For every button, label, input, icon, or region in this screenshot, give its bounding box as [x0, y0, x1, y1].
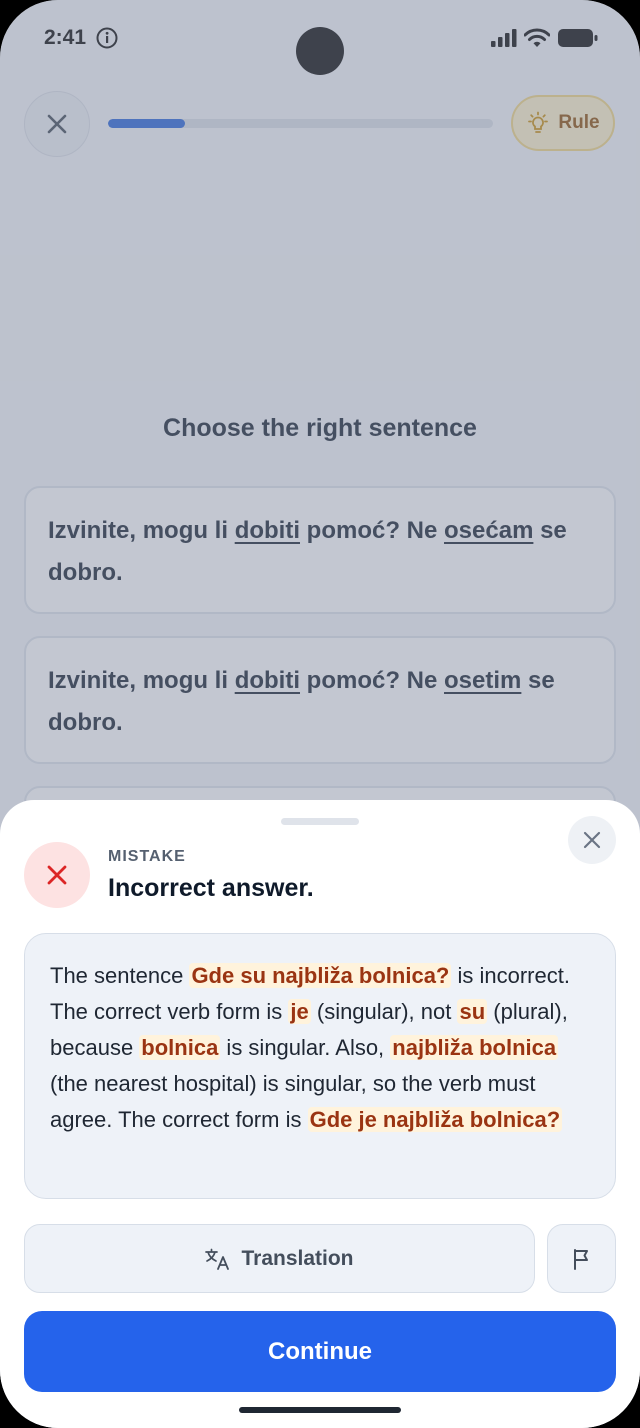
feedback-title: Incorrect answer.	[108, 874, 314, 902]
translate-icon	[205, 1248, 230, 1270]
highlighted-phrase: najbliža bolnica	[390, 1035, 559, 1060]
explanation-text: is singular. Also,	[220, 1035, 391, 1060]
explanation-text: (singular), not	[310, 999, 458, 1024]
explanation-box: The sentence Gde su najbliža bolnica? is…	[24, 933, 616, 1199]
sheet-close-button[interactable]	[568, 816, 616, 864]
translation-button[interactable]: Translation	[24, 1224, 535, 1293]
highlighted-phrase: Gde je najbliža bolnica?	[307, 1107, 563, 1132]
phone-screen: 2:41 Rule Choose the right sentence Izvi…	[0, 0, 640, 1428]
report-button[interactable]	[547, 1224, 616, 1293]
highlighted-phrase: bolnica	[139, 1035, 221, 1060]
translation-label: Translation	[241, 1246, 354, 1270]
explanation-text: The sentence	[50, 963, 190, 988]
sheet-grabber[interactable]	[281, 818, 359, 825]
flag-icon	[573, 1248, 588, 1270]
error-x-icon	[47, 865, 67, 885]
continue-button[interactable]: Continue	[24, 1311, 616, 1392]
feedback-sheet: MISTAKE Incorrect answer. The sentence G…	[0, 800, 640, 1428]
home-indicator	[239, 1407, 401, 1413]
highlighted-phrase: Gde su najbliža bolnica?	[189, 963, 452, 988]
highlighted-phrase: je	[288, 999, 311, 1024]
mistake-badge	[24, 842, 90, 908]
feedback-label: MISTAKE	[108, 848, 186, 865]
close-icon	[583, 831, 601, 849]
highlighted-phrase: su	[457, 999, 488, 1024]
